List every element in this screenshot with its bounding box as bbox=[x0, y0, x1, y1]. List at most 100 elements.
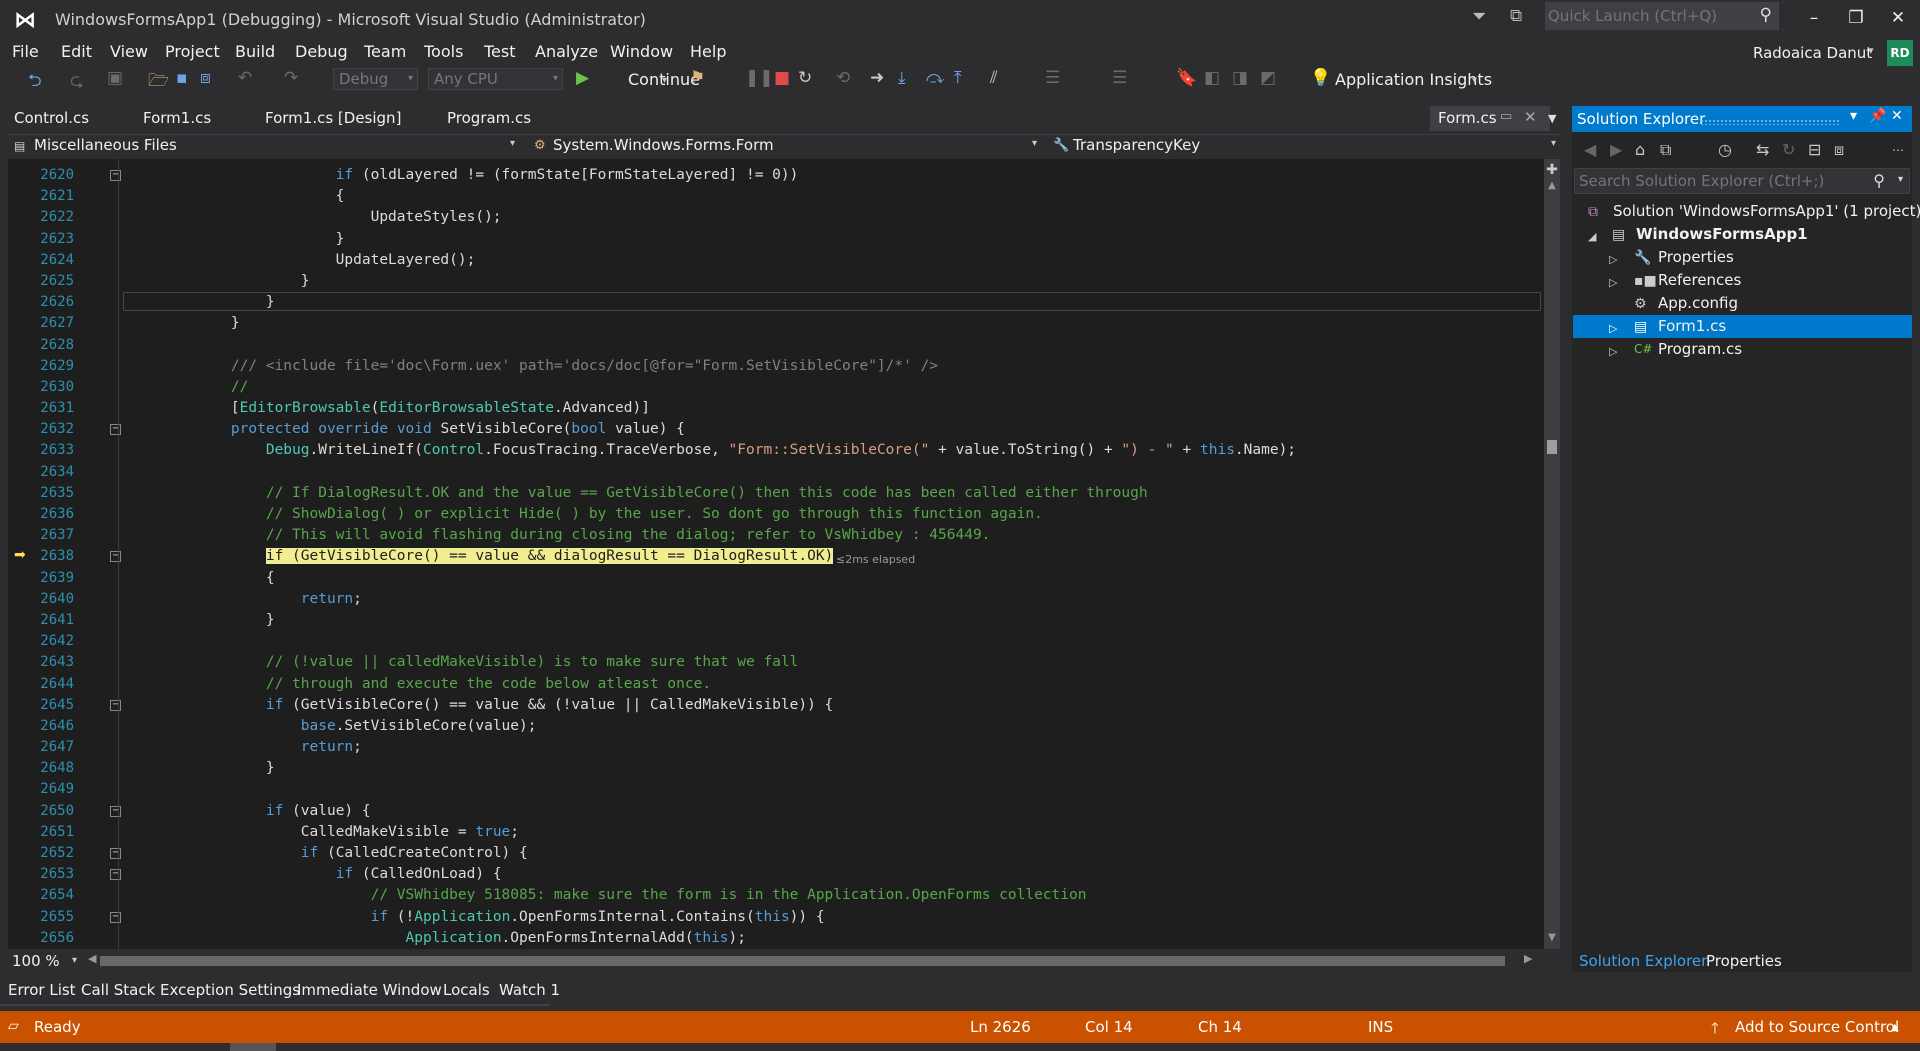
tree-item-app-config[interactable]: App.config bbox=[1658, 292, 1738, 315]
solution-explorer-search[interactable]: ⚲ ▾ bbox=[1574, 168, 1910, 194]
sync-icon[interactable]: ⇆ bbox=[1756, 140, 1769, 159]
add-to-source-control-button[interactable]: Add to Source Control bbox=[1735, 1018, 1899, 1036]
tab-form-cs-label[interactable]: Form.cs bbox=[1438, 109, 1497, 127]
code-line[interactable]: 2644 // through and execute the code bel… bbox=[8, 674, 1544, 695]
tab-control-cs[interactable]: Control.cs bbox=[14, 109, 89, 127]
collapsed-arrow-icon[interactable]: ▷ bbox=[1609, 253, 1617, 266]
tab-immediate-window[interactable]: Immediate Window bbox=[297, 981, 442, 999]
tree-solution[interactable]: Solution 'WindowsFormsApp1' (1 project) bbox=[1613, 200, 1920, 223]
restart-icon[interactable]: ↻ bbox=[798, 68, 812, 88]
search-icon[interactable]: ⚲ bbox=[1760, 5, 1772, 25]
tab-exception-settings[interactable]: Exception Settings bbox=[160, 981, 300, 999]
code-editor[interactable]: 2620 − if (oldLayered != (formState[FormS… bbox=[8, 159, 1544, 949]
platform-dropdown[interactable]: Any CPU ▾ bbox=[428, 68, 563, 90]
code-line[interactable]: 2624 UpdateLayered(); bbox=[8, 250, 1544, 271]
expanded-arrow-icon[interactable]: ◢ bbox=[1588, 230, 1596, 243]
project-dropdown[interactable]: Miscellaneous Files bbox=[34, 136, 177, 154]
collapse-all-icon[interactable]: ⊟ bbox=[1808, 140, 1821, 159]
filter-icon[interactable]: ⏷ bbox=[1472, 6, 1486, 27]
step-out-icon[interactable]: ⤒ bbox=[954, 68, 962, 88]
menu-debug[interactable]: Debug bbox=[295, 42, 348, 61]
save-icon[interactable]: ▪ bbox=[176, 68, 188, 88]
code-line[interactable]: 2639 { bbox=[8, 568, 1544, 589]
vertical-scrollbar[interactable] bbox=[1544, 159, 1560, 949]
scroll-up-icon[interactable]: ▲ bbox=[1544, 180, 1560, 191]
tree-project[interactable]: WindowsFormsApp1 bbox=[1636, 223, 1808, 246]
chevron-down-icon[interactable]: ▾ bbox=[662, 75, 667, 86]
feedback-icon[interactable]: ⧉ bbox=[1510, 6, 1522, 26]
collapse-icon[interactable]: − bbox=[110, 805, 121, 817]
chevron-down-icon[interactable]: ▾ bbox=[1551, 138, 1556, 149]
pin-icon[interactable]: 📌 bbox=[1869, 108, 1886, 124]
play-icon[interactable]: ▶ bbox=[576, 68, 589, 88]
collapse-icon[interactable]: − bbox=[110, 170, 121, 181]
code-line[interactable]: 2652 − if (CalledCreateControl) { bbox=[8, 843, 1544, 864]
indent-icon[interactable]: ☰ bbox=[1112, 68, 1127, 88]
hot-reload-icon[interactable]: ⟲ bbox=[836, 68, 850, 88]
menu-file[interactable]: File bbox=[12, 42, 39, 61]
collapsed-arrow-icon[interactable]: ▷ bbox=[1609, 345, 1617, 358]
collapse-icon[interactable]: − bbox=[110, 551, 121, 563]
code-line[interactable]: 2630 // bbox=[8, 377, 1544, 398]
undo-icon[interactable]: ↶ bbox=[238, 68, 252, 88]
menu-edit[interactable]: Edit bbox=[61, 42, 92, 61]
code-line[interactable]: 2656 Application.OpenFormsInternalAdd(th… bbox=[8, 928, 1544, 949]
menu-analyze[interactable]: Analyze bbox=[535, 42, 598, 61]
navigate-back-icon[interactable]: ⮌ bbox=[28, 68, 42, 97]
step-into-icon[interactable]: ⤓ bbox=[898, 68, 906, 88]
code-line[interactable]: 2631 [EditorBrowsable(EditorBrowsableSta… bbox=[8, 398, 1544, 419]
code-line[interactable]: 2620 − if (oldLayered != (formState[FormS… bbox=[8, 165, 1544, 186]
menu-team[interactable]: Team bbox=[364, 42, 406, 61]
minimize-button[interactable]: – bbox=[1794, 2, 1834, 34]
code-line[interactable]: 2640 return; bbox=[8, 589, 1544, 610]
menu-window[interactable]: Window bbox=[610, 42, 673, 61]
collapse-icon[interactable]: − bbox=[110, 869, 121, 881]
code-line[interactable]: 2643 // (!value || calledMakeVisible) is… bbox=[8, 652, 1544, 673]
menu-test[interactable]: Test bbox=[484, 42, 516, 61]
collapse-icon[interactable]: − bbox=[110, 911, 121, 923]
collapse-icon[interactable]: − bbox=[110, 699, 121, 711]
tab-program-cs[interactable]: Program.cs bbox=[447, 109, 531, 127]
chevron-down-icon[interactable]: ▾ bbox=[1472, 75, 1477, 86]
pending-changes-icon[interactable]: ◷ bbox=[1718, 140, 1732, 159]
comment-icon[interactable]: ☰ bbox=[1045, 68, 1060, 88]
save-all-icon[interactable]: ⧈ bbox=[200, 68, 211, 88]
switch-views-icon[interactable]: ⧉ bbox=[1660, 140, 1671, 160]
open-file-icon[interactable]: 🗁 bbox=[148, 68, 169, 97]
tree-item-properties[interactable]: Properties bbox=[1658, 246, 1734, 269]
collapsed-arrow-icon[interactable]: ▷ bbox=[1609, 276, 1617, 289]
code-line[interactable]: 2626 } bbox=[8, 292, 1544, 313]
code-line[interactable]: 2653 − if (CalledOnLoad) { bbox=[8, 864, 1544, 885]
tab-solution-explorer[interactable]: Solution Explorer bbox=[1579, 952, 1707, 970]
chevron-down-icon[interactable]: ▾ bbox=[510, 138, 515, 149]
menu-project[interactable]: Project bbox=[165, 42, 220, 61]
code-line[interactable]: 2634 bbox=[8, 462, 1544, 483]
step-over-icon[interactable]: ⤼ bbox=[926, 68, 944, 88]
code-line[interactable]: 2636 // ShowDialog( ) or explicit Hide( … bbox=[8, 504, 1544, 525]
scroll-down-icon[interactable]: ▼ bbox=[1544, 932, 1560, 943]
drag-handle[interactable] bbox=[1700, 119, 1840, 125]
close-icon[interactable]: ✕ bbox=[1891, 108, 1903, 124]
code-line[interactable]: 2637 // This will avoid flashing during … bbox=[8, 525, 1544, 546]
code-line[interactable]: 2651 CalledMakeVisible = true; bbox=[8, 822, 1544, 843]
code-line[interactable]: 2623 } bbox=[8, 229, 1544, 250]
code-line[interactable]: 2648 } bbox=[8, 758, 1544, 779]
code-line[interactable]: 2632 − protected override void SetVisible… bbox=[8, 419, 1544, 440]
chevron-down-icon[interactable]: ▾ bbox=[1868, 44, 1874, 57]
redo-icon[interactable]: ↷ bbox=[284, 68, 298, 88]
code-line[interactable]: 2647 return; bbox=[8, 737, 1544, 758]
tab-form1-cs[interactable]: Form1.cs bbox=[143, 109, 211, 127]
clear-bookmarks-icon[interactable]: ◩ bbox=[1260, 68, 1276, 88]
next-bookmark-icon[interactable]: ◨ bbox=[1232, 68, 1248, 88]
avatar[interactable]: RD bbox=[1887, 40, 1913, 66]
stop-icon[interactable]: ■ bbox=[774, 68, 790, 88]
application-insights-button[interactable]: Application Insights bbox=[1335, 70, 1492, 89]
tab-watch-1[interactable]: Watch 1 bbox=[499, 981, 560, 999]
lightbulb-icon[interactable]: 💡 bbox=[1310, 68, 1331, 88]
zoom-dropdown[interactable]: 100 % bbox=[12, 952, 60, 970]
tree-item-program-cs[interactable]: Program.cs bbox=[1658, 338, 1742, 361]
scroll-thumb[interactable] bbox=[1547, 440, 1557, 454]
chevron-down-icon[interactable]: ▾ bbox=[1898, 174, 1903, 185]
configuration-dropdown[interactable]: Debug ▾ bbox=[333, 68, 418, 90]
code-line[interactable]: 2625 } bbox=[8, 271, 1544, 292]
